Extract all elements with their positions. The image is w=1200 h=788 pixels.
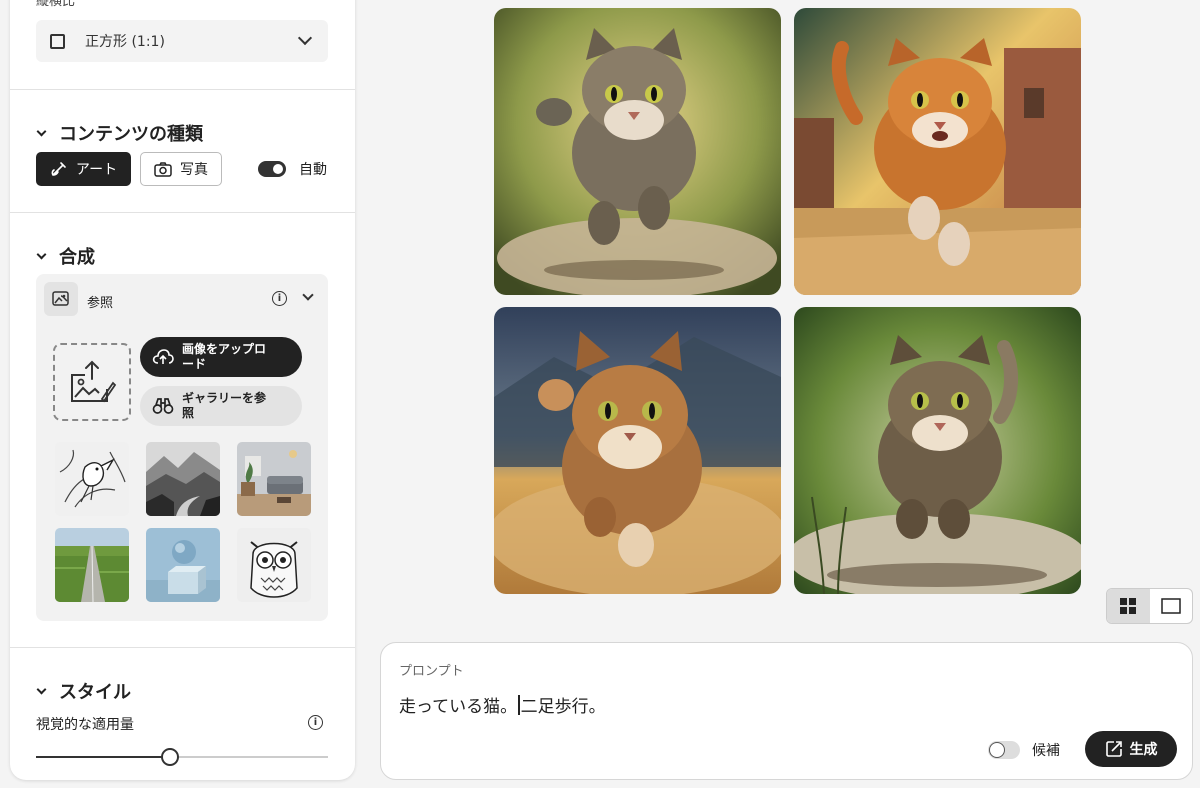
cloud-upload-icon (152, 349, 174, 364)
chevron-down-icon[interactable] (302, 289, 314, 301)
style-title: スタイル (59, 682, 131, 703)
info-icon[interactable]: i (308, 715, 323, 730)
auto-toggle[interactable] (258, 161, 286, 177)
composition-title: 合成 (59, 247, 95, 268)
thumbnail-misty-mountains[interactable] (146, 442, 220, 516)
aspect-ratio-value: 正方形 (1:1) (85, 34, 165, 50)
divider (10, 212, 355, 213)
generate-icon (1105, 741, 1122, 757)
grid-icon (1120, 598, 1137, 614)
visual-intensity-slider[interactable] (36, 748, 328, 766)
aspect-ratio-label: 縦横比 (36, 0, 76, 9)
upload-image-button[interactable]: 画像をアップロード (140, 337, 302, 377)
prompt-input[interactable]: 走っている猫。 二足歩行。 (399, 692, 606, 717)
visual-intensity-label: 視覚的な適用量 (36, 717, 134, 733)
single-view-button[interactable] (1150, 589, 1193, 623)
text-caret (518, 695, 520, 715)
generate-button[interactable]: 生成 (1085, 731, 1177, 767)
chevron-down-icon (36, 249, 47, 259)
browse-gallery-button[interactable]: ギャラリーを参照 (140, 386, 302, 426)
thumbnail-owl-line-art[interactable] (237, 528, 311, 602)
chevron-down-icon (36, 684, 47, 694)
aspect-ratio-select[interactable]: 正方形 (1:1) (36, 20, 328, 62)
thumbnail-green-road[interactable] (55, 528, 129, 602)
thumbnail-living-room[interactable] (237, 442, 311, 516)
square-icon (50, 33, 65, 49)
art-brush-icon (51, 162, 66, 176)
divider (10, 647, 355, 648)
view-toggle (1106, 588, 1193, 624)
grid-view-button[interactable] (1107, 589, 1150, 623)
chevron-down-icon (297, 30, 313, 46)
chevron-down-icon (36, 126, 47, 136)
prompt-box: プロンプト 走っている猫。 二足歩行。 候補 生成 (380, 642, 1193, 780)
info-icon[interactable]: i (272, 291, 287, 306)
style-header[interactable]: スタイル (36, 678, 131, 704)
photo-button[interactable]: 写真 (140, 152, 222, 186)
suggestions-label: 候補 (1032, 743, 1060, 759)
generated-image-1[interactable] (494, 8, 781, 295)
camera-icon (154, 162, 172, 177)
art-button[interactable]: アート (36, 152, 131, 186)
upload-image-label: 画像をアップロード (182, 342, 267, 371)
reference-image-icon (44, 282, 78, 316)
composition-header[interactable]: 合成 (36, 243, 95, 269)
prompt-text-before-caret: 走っている猫。 (399, 697, 518, 717)
divider (10, 89, 355, 90)
art-label: アート (75, 162, 118, 178)
reference-label: 参照 (87, 296, 114, 311)
binoculars-icon (152, 398, 174, 414)
prompt-label: プロンプト (399, 664, 464, 679)
suggestions-toggle[interactable] (988, 741, 1020, 759)
single-view-icon (1161, 598, 1181, 614)
auto-label: 自動 (299, 162, 327, 178)
settings-panel: 縦横比 正方形 (1:1) コンテンツの種類 アート 写真 自動 合成 参照 i… (10, 0, 355, 780)
thumbnail-bird-line-art[interactable] (55, 442, 129, 516)
prompt-text-after-caret: 二足歩行。 (520, 697, 606, 717)
generated-image-2[interactable] (794, 8, 1081, 295)
reference-box: 参照 i 画像をアップロード ギャラリーを参照 (36, 274, 328, 621)
content-type-header[interactable]: コンテンツの種類 (36, 120, 203, 146)
slider-fill (36, 756, 171, 758)
slider-thumb[interactable] (161, 748, 180, 766)
upload-dropzone[interactable] (53, 343, 131, 421)
generate-label: 生成 (1129, 742, 1158, 758)
generated-image-3[interactable] (494, 307, 781, 594)
thumbnail-sphere-on-cube[interactable] (146, 528, 220, 602)
photo-label: 写真 (180, 162, 208, 178)
generated-image-4[interactable] (794, 307, 1081, 594)
content-type-title: コンテンツの種類 (59, 124, 203, 145)
browse-gallery-label: ギャラリーを参照 (182, 391, 267, 420)
image-upload-icon (71, 360, 117, 403)
